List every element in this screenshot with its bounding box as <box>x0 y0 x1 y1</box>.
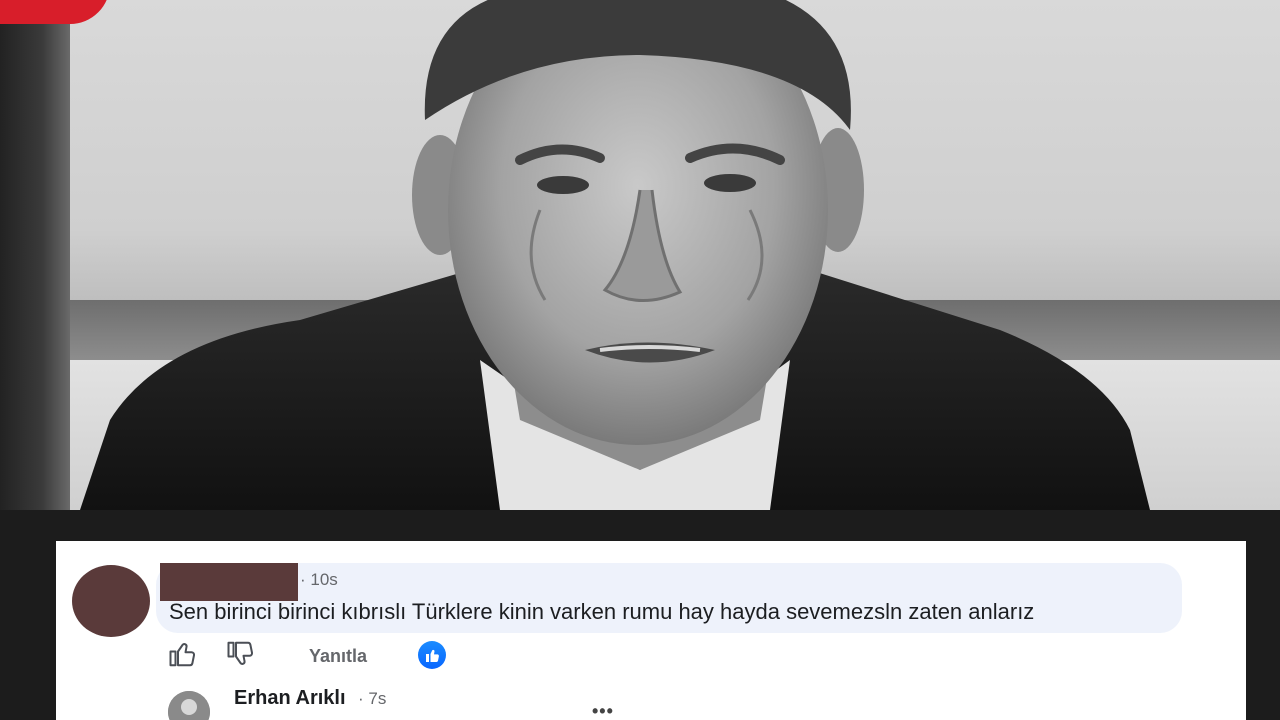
comment-text: Sen birinci birinci kıbrıslı Türklere ki… <box>169 599 1035 624</box>
thumbs-up-icon[interactable] <box>168 639 198 669</box>
meta-separator: · <box>300 570 311 589</box>
comment-time[interactable]: 10s <box>310 570 337 589</box>
meta-separator: · <box>358 689 369 708</box>
reply-avatar[interactable] <box>168 691 210 720</box>
man-portrait <box>80 0 1150 510</box>
page: · 10s Sen birinci birinci kıbrıslı Türkl… <box>0 0 1280 720</box>
reply-meta: · 7s <box>358 689 386 709</box>
redacted-username <box>160 563 298 601</box>
thumbs-down-icon[interactable] <box>226 639 256 669</box>
commenter-avatar[interactable] <box>72 565 150 637</box>
news-photo <box>0 0 1280 510</box>
reply-time[interactable]: 7s <box>368 689 386 708</box>
reply-button[interactable]: Yanıtla <box>309 646 367 667</box>
more-options-icon[interactable]: ••• <box>592 701 614 720</box>
like-reaction-icon[interactable] <box>418 641 446 669</box>
comment-meta: · 10s <box>300 570 338 590</box>
comment-card: · 10s Sen birinci birinci kıbrıslı Türkl… <box>56 541 1246 720</box>
reply-author-name[interactable]: Erhan Arıklı <box>234 687 346 710</box>
